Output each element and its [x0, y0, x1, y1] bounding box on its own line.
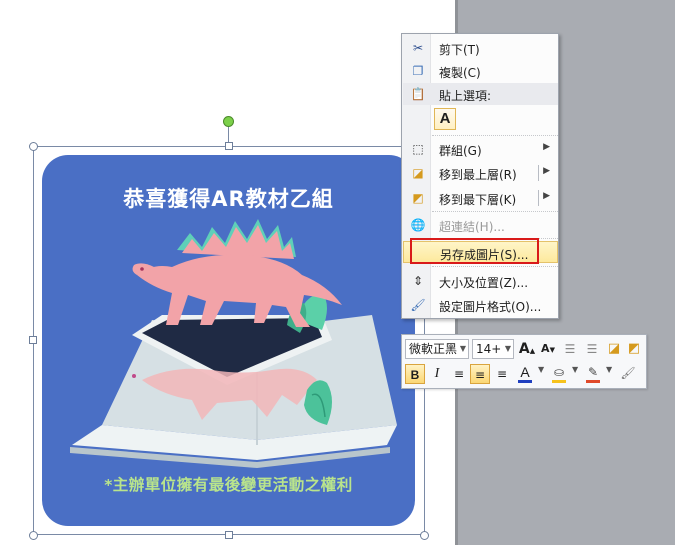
resize-handle-top-left[interactable]	[29, 142, 38, 151]
decrease-indent-button[interactable]: ☰	[560, 339, 580, 359]
font-color-label: A	[520, 364, 530, 380]
menu-item-label: 剪下(T)	[439, 43, 480, 57]
resize-handle-bottom-left[interactable]	[29, 531, 38, 540]
shape-outline-button[interactable]: ✎	[583, 362, 603, 382]
align-left-icon: ≡	[453, 367, 465, 381]
scissors-icon: ✂	[412, 41, 424, 55]
chevron-down-icon: ▼	[459, 344, 466, 353]
pencil-icon: ✎	[587, 365, 599, 379]
split-divider	[538, 190, 539, 206]
paste-icon: 📋	[410, 87, 426, 101]
menu-item-group[interactable]: ⬚ 群組(G) ▶	[403, 138, 558, 160]
shrink-font-button[interactable]: A▼	[538, 339, 558, 359]
menu-item-label: 貼上選項:	[439, 89, 492, 103]
send-backward-icon: ◩	[627, 341, 641, 356]
font-size-value: 14+	[476, 342, 502, 356]
bold-label: B	[410, 368, 420, 382]
font-name-value: 微軟正黑	[409, 342, 458, 356]
menu-item-bring-to-front[interactable]: ◪ 移到最上層(R) ▶	[403, 162, 558, 184]
menu-item-hyperlink[interactable]: 🌐 超連結(H)...	[403, 214, 558, 236]
italic-label: I	[434, 366, 440, 381]
menu-item-label: 大小及位置(Z)...	[439, 276, 529, 290]
align-center-button[interactable]: ≡	[470, 364, 490, 384]
shrink-font-label: A	[541, 342, 550, 355]
align-right-button[interactable]: ≡	[492, 364, 512, 384]
chevron-down-icon[interactable]: ▼	[572, 365, 578, 374]
menu-item-label: 複製(C)	[439, 66, 481, 80]
menu-item-send-to-back[interactable]: ◩ 移到最下層(K) ▶	[403, 187, 558, 209]
fill-color-swatch	[552, 380, 566, 383]
chevron-down-icon: ▼	[504, 344, 511, 353]
line-color-swatch	[586, 380, 600, 383]
paste-keep-text-only-button[interactable]: A	[434, 108, 456, 130]
grow-font-button[interactable]: A▲	[517, 339, 537, 359]
menu-item-label: 超連結(H)...	[439, 220, 505, 234]
align-left-button[interactable]: ≡	[449, 364, 469, 384]
format-picture-icon: 🖌	[410, 298, 426, 312]
chevron-down-icon[interactable]: ▼	[538, 365, 544, 374]
submenu-arrow-icon[interactable]: ▶	[543, 166, 550, 176]
menu-item-cut[interactable]: ✂ 剪下(T)	[403, 37, 558, 59]
menu-separator	[432, 135, 558, 136]
menu-item-paste-options: 📋 貼上選項:	[403, 83, 558, 105]
menu-item-format-picture[interactable]: 🖌 設定圖片格式(O)...	[403, 294, 558, 316]
send-to-back-icon: ◩	[412, 191, 424, 205]
copy-icon: ❐	[412, 64, 424, 78]
resize-handle-top[interactable]	[225, 142, 233, 150]
grow-font-label: A	[518, 341, 530, 357]
font-name-combo[interactable]: 微軟正黑 ▼	[405, 339, 469, 359]
font-color-button[interactable]: A	[515, 362, 535, 382]
bring-forward-icon: ◪	[607, 341, 621, 356]
group-icon: ⬚	[412, 142, 424, 156]
menu-item-copy[interactable]: ❐ 複製(C)	[403, 60, 558, 82]
submenu-arrow-icon: ▶	[543, 142, 550, 152]
context-menu: ✂ 剪下(T) ❐ 複製(C) 📋 貼上選項: A ⬚ 群組(G) ▶ ◪ 移到…	[401, 33, 559, 319]
format-painter-button[interactable]: 🖌	[618, 363, 638, 383]
increase-indent-icon: ☰	[586, 342, 598, 356]
format-painter-icon: 🖌	[620, 366, 636, 380]
menu-item-label: 設定圖片格式(O)...	[439, 300, 542, 314]
shape-fill-button[interactable]: ⛀	[549, 362, 569, 382]
decrease-indent-icon: ☰	[564, 342, 576, 356]
submenu-arrow-icon[interactable]: ▶	[543, 191, 550, 201]
mini-toolbar: 微軟正黑 ▼ 14+ ▼ A▲ A▼ ☰ ☰ ◪ ◩ B I ≡ ≡ ≡ A ▼…	[401, 334, 647, 389]
menu-separator	[432, 266, 558, 267]
split-divider	[538, 165, 539, 181]
font-size-combo[interactable]: 14+ ▼	[472, 339, 514, 359]
resize-handle-bottom[interactable]	[225, 531, 233, 539]
align-right-icon: ≡	[496, 367, 508, 381]
hyperlink-icon: 🌐	[410, 218, 426, 232]
highlight-callout-box	[410, 238, 539, 264]
selection-frame	[33, 146, 425, 535]
rotate-handle[interactable]	[223, 116, 234, 127]
menu-item-size-and-position[interactable]: ⇕ 大小及位置(Z)...	[403, 270, 558, 292]
bring-forward-button[interactable]: ◪	[604, 339, 624, 359]
menu-item-label: 移到最上層(R)	[439, 168, 517, 182]
menu-separator	[432, 211, 558, 212]
bring-to-front-icon: ◪	[412, 166, 424, 180]
chevron-down-icon[interactable]: ▼	[606, 365, 612, 374]
send-backward-button[interactable]: ◩	[624, 339, 644, 359]
size-position-icon: ⇕	[412, 274, 424, 288]
align-center-icon: ≡	[474, 368, 486, 382]
bold-button[interactable]: B	[405, 364, 425, 384]
resize-handle-left[interactable]	[29, 336, 37, 344]
resize-handle-bottom-right[interactable]	[420, 531, 429, 540]
italic-button[interactable]: I	[427, 364, 447, 384]
menu-item-label: 移到最下層(K)	[439, 193, 517, 207]
increase-indent-button[interactable]: ☰	[582, 339, 602, 359]
paint-bucket-icon: ⛀	[553, 365, 565, 379]
font-color-swatch	[518, 380, 532, 383]
menu-item-label: 群組(G)	[439, 144, 482, 158]
